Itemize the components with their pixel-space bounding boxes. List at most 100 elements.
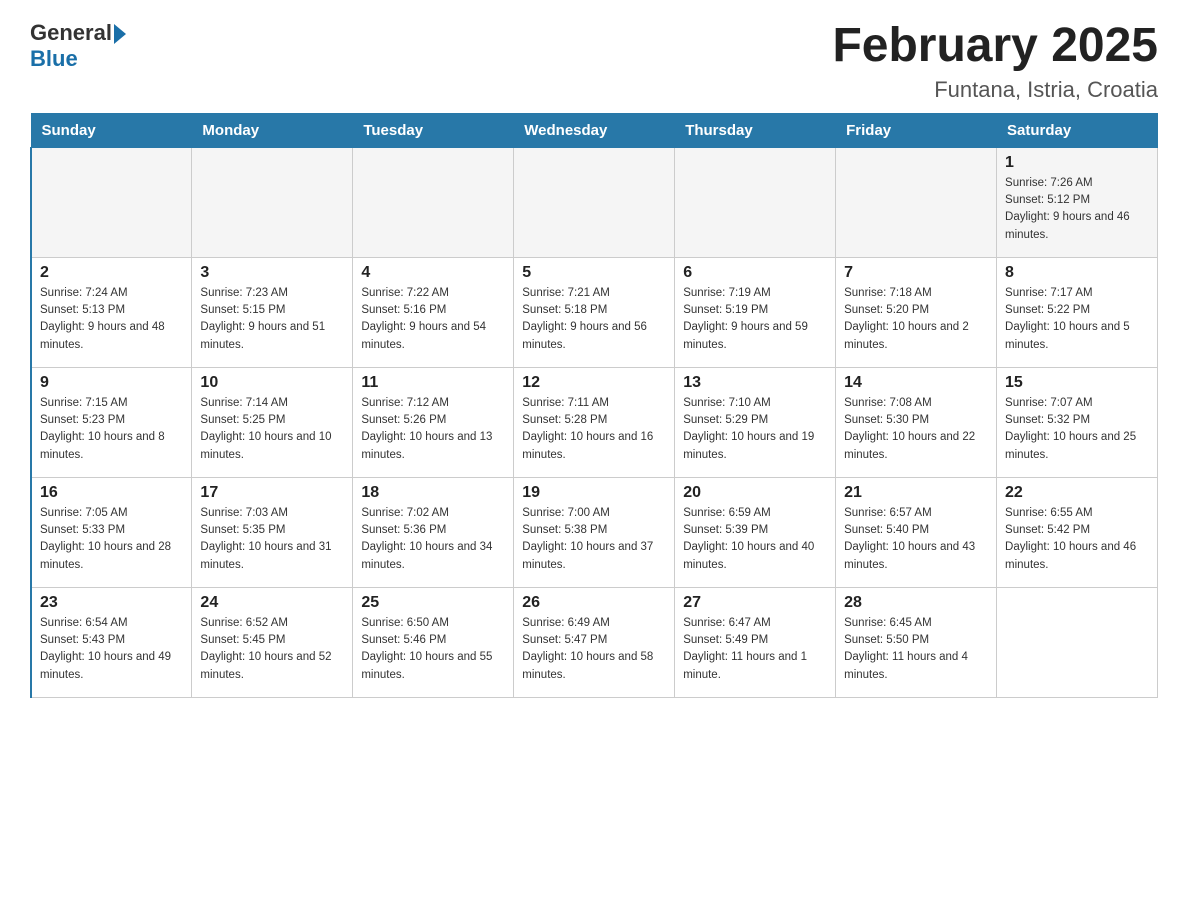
calendar-header-row: SundayMondayTuesdayWednesdayThursdayFrid…	[31, 113, 1158, 147]
calendar-cell: 19Sunrise: 7:00 AMSunset: 5:38 PMDayligh…	[514, 477, 675, 587]
calendar-cell: 7 Sunrise: 7:18 AMSunset: 5:20 PMDaylight…	[836, 257, 997, 367]
header-tuesday: Tuesday	[353, 113, 514, 147]
day-number: 15	[1005, 374, 1149, 392]
day-number: 1	[1005, 154, 1149, 172]
logo-blue-text: Blue	[30, 46, 126, 72]
calendar-cell: 9 Sunrise: 7:15 AMSunset: 5:23 PMDaylight…	[31, 367, 192, 477]
calendar-cell: 8 Sunrise: 7:17 AMSunset: 5:22 PMDaylight…	[997, 257, 1158, 367]
header-sunday: Sunday	[31, 113, 192, 147]
day-info: Sunrise: 6:52 AMSunset: 5:45 PMDaylight:…	[200, 617, 331, 681]
day-info: Sunrise: 6:50 AMSunset: 5:46 PMDaylight:…	[361, 617, 492, 681]
calendar-cell	[192, 147, 353, 257]
calendar-cell: 23 Sunrise: 6:54 AMSunset: 5:43 PMDayligh…	[31, 587, 192, 697]
calendar-subtitle: Funtana, Istria, Croatia	[832, 77, 1158, 103]
week-row-2: 9 Sunrise: 7:15 AMSunset: 5:23 PMDaylight…	[31, 367, 1158, 477]
day-number: 23	[40, 594, 183, 612]
calendar-cell: 18 Sunrise: 7:02 AMSunset: 5:36 PMDayligh…	[353, 477, 514, 587]
header-wednesday: Wednesday	[514, 113, 675, 147]
day-number: 7	[844, 264, 988, 282]
day-info: Sunrise: 6:47 AMSunset: 5:49 PMDaylight:…	[683, 617, 807, 681]
calendar-cell	[997, 587, 1158, 697]
title-block: February 2025 Funtana, Istria, Croatia	[832, 20, 1158, 103]
day-number: 14	[844, 374, 988, 392]
day-number: 12	[522, 374, 666, 392]
calendar-cell	[31, 147, 192, 257]
day-info: Sunrise: 7:02 AMSunset: 5:36 PMDaylight:…	[361, 507, 492, 571]
day-number: 26	[522, 594, 666, 612]
calendar-cell: 15 Sunrise: 7:07 AMSunset: 5:32 PMDayligh…	[997, 367, 1158, 477]
day-info: Sunrise: 6:45 AMSunset: 5:50 PMDaylight:…	[844, 617, 968, 681]
calendar-cell: 16 Sunrise: 7:05 AMSunset: 5:33 PMDayligh…	[31, 477, 192, 587]
calendar-cell	[675, 147, 836, 257]
calendar-cell	[836, 147, 997, 257]
header-thursday: Thursday	[675, 113, 836, 147]
calendar-cell: 25Sunrise: 6:50 AMSunset: 5:46 PMDayligh…	[353, 587, 514, 697]
day-info: Sunrise: 6:59 AMSunset: 5:39 PMDaylight:…	[683, 507, 814, 571]
header-monday: Monday	[192, 113, 353, 147]
calendar-cell: 28 Sunrise: 6:45 AMSunset: 5:50 PMDayligh…	[836, 587, 997, 697]
calendar-cell: 27 Sunrise: 6:47 AMSunset: 5:49 PMDayligh…	[675, 587, 836, 697]
day-number: 17	[200, 484, 344, 502]
calendar-cell: 21Sunrise: 6:57 AMSunset: 5:40 PMDayligh…	[836, 477, 997, 587]
day-number: 24	[200, 594, 344, 612]
calendar-cell: 1Sunrise: 7:26 AMSunset: 5:12 PMDaylight…	[997, 147, 1158, 257]
day-number: 3	[200, 264, 344, 282]
day-info: Sunrise: 7:18 AMSunset: 5:20 PMDaylight:…	[844, 287, 969, 351]
day-info: Sunrise: 7:11 AMSunset: 5:28 PMDaylight:…	[522, 397, 653, 461]
calendar-cell: 26 Sunrise: 6:49 AMSunset: 5:47 PMDayligh…	[514, 587, 675, 697]
calendar-cell: 2 Sunrise: 7:24 AMSunset: 5:13 PMDaylight…	[31, 257, 192, 367]
day-number: 8	[1005, 264, 1149, 282]
day-number: 19	[522, 484, 666, 502]
day-number: 16	[40, 484, 183, 502]
calendar-title: February 2025	[832, 20, 1158, 73]
day-info: Sunrise: 6:49 AMSunset: 5:47 PMDaylight:…	[522, 617, 653, 681]
day-info: Sunrise: 7:07 AMSunset: 5:32 PMDaylight:…	[1005, 397, 1136, 461]
calendar-cell: 11 Sunrise: 7:12 AMSunset: 5:26 PMDayligh…	[353, 367, 514, 477]
day-info: Sunrise: 7:05 AMSunset: 5:33 PMDaylight:…	[40, 507, 171, 571]
day-number: 2	[40, 264, 183, 282]
logo-arrow-icon	[114, 24, 126, 44]
day-info: Sunrise: 7:15 AMSunset: 5:23 PMDaylight:…	[40, 397, 165, 461]
week-row-0: 1Sunrise: 7:26 AMSunset: 5:12 PMDaylight…	[31, 147, 1158, 257]
calendar-cell: 4 Sunrise: 7:22 AMSunset: 5:16 PMDaylight…	[353, 257, 514, 367]
day-info: Sunrise: 6:54 AMSunset: 5:43 PMDaylight:…	[40, 617, 171, 681]
calendar-cell: 10Sunrise: 7:14 AMSunset: 5:25 PMDayligh…	[192, 367, 353, 477]
day-number: 20	[683, 484, 827, 502]
day-info: Sunrise: 7:03 AMSunset: 5:35 PMDaylight:…	[200, 507, 331, 571]
day-number: 5	[522, 264, 666, 282]
logo: General Blue	[30, 20, 126, 72]
page-header: General Blue February 2025 Funtana, Istr…	[30, 20, 1158, 103]
day-info: Sunrise: 7:19 AMSunset: 5:19 PMDaylight:…	[683, 287, 808, 351]
calendar-cell: 12 Sunrise: 7:11 AMSunset: 5:28 PMDayligh…	[514, 367, 675, 477]
day-info: Sunrise: 7:12 AMSunset: 5:26 PMDaylight:…	[361, 397, 492, 461]
header-friday: Friday	[836, 113, 997, 147]
day-number: 6	[683, 264, 827, 282]
day-number: 18	[361, 484, 505, 502]
calendar-cell: 6 Sunrise: 7:19 AMSunset: 5:19 PMDaylight…	[675, 257, 836, 367]
day-number: 27	[683, 594, 827, 612]
day-number: 4	[361, 264, 505, 282]
day-info: Sunrise: 7:21 AMSunset: 5:18 PMDaylight:…	[522, 287, 647, 351]
day-number: 10	[200, 374, 344, 392]
calendar-cell: 13 Sunrise: 7:10 AMSunset: 5:29 PMDayligh…	[675, 367, 836, 477]
calendar-table: SundayMondayTuesdayWednesdayThursdayFrid…	[30, 113, 1158, 698]
calendar-cell: 3Sunrise: 7:23 AMSunset: 5:15 PMDaylight…	[192, 257, 353, 367]
calendar-cell: 20 Sunrise: 6:59 AMSunset: 5:39 PMDayligh…	[675, 477, 836, 587]
day-number: 28	[844, 594, 988, 612]
day-number: 13	[683, 374, 827, 392]
day-info: Sunrise: 7:10 AMSunset: 5:29 PMDaylight:…	[683, 397, 814, 461]
calendar-cell	[514, 147, 675, 257]
day-number: 9	[40, 374, 183, 392]
week-row-3: 16 Sunrise: 7:05 AMSunset: 5:33 PMDayligh…	[31, 477, 1158, 587]
calendar-cell	[353, 147, 514, 257]
day-info: Sunrise: 7:22 AMSunset: 5:16 PMDaylight:…	[361, 287, 486, 351]
day-info: Sunrise: 7:17 AMSunset: 5:22 PMDaylight:…	[1005, 287, 1130, 351]
day-info: Sunrise: 7:24 AMSunset: 5:13 PMDaylight:…	[40, 287, 165, 351]
calendar-cell: 5 Sunrise: 7:21 AMSunset: 5:18 PMDaylight…	[514, 257, 675, 367]
day-number: 11	[361, 374, 505, 392]
logo-general-text: General	[30, 20, 112, 46]
calendar-cell: 14Sunrise: 7:08 AMSunset: 5:30 PMDayligh…	[836, 367, 997, 477]
week-row-1: 2 Sunrise: 7:24 AMSunset: 5:13 PMDaylight…	[31, 257, 1158, 367]
calendar-cell: 22Sunrise: 6:55 AMSunset: 5:42 PMDayligh…	[997, 477, 1158, 587]
day-info: Sunrise: 6:55 AMSunset: 5:42 PMDaylight:…	[1005, 507, 1136, 571]
